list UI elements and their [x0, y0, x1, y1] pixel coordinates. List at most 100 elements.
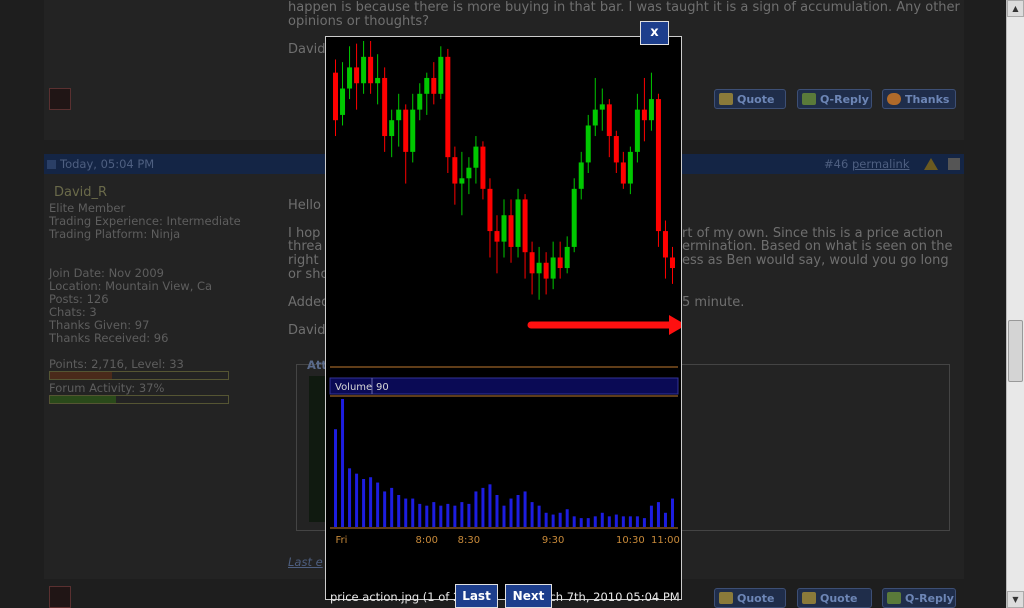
candle — [424, 72, 430, 115]
q-reply-button[interactable]: Q-Reply — [797, 89, 872, 109]
candle — [403, 104, 409, 184]
candle-body — [655, 99, 661, 232]
lightbox-last-button[interactable]: Last — [455, 584, 498, 608]
time-tick-label: Fri — [336, 535, 348, 546]
candle-body — [445, 56, 451, 158]
edit-icon[interactable] — [948, 158, 960, 170]
volume-bar — [411, 498, 415, 527]
candle — [396, 93, 402, 147]
volume-bar — [376, 482, 380, 527]
page-scrollbar[interactable]: ▲ ▼ — [1006, 0, 1024, 608]
candle — [445, 48, 451, 173]
candle-body — [382, 77, 388, 137]
activity-bar-fill — [50, 396, 116, 403]
quote-button[interactable]: Quote — [714, 89, 786, 109]
post-2-body-right-3: ess as Ben would say, would you go long — [682, 253, 949, 268]
lightbox-next-button[interactable]: Next — [505, 584, 552, 608]
volume-bar — [418, 503, 422, 527]
scroll-up-arrow-icon[interactable]: ▲ — [1007, 0, 1024, 17]
volume-bar — [579, 518, 583, 527]
time-tick-label: 11:00 — [651, 535, 680, 546]
permalink-link[interactable]: permalink — [852, 158, 910, 171]
post-2-body-left-4: or sho — [288, 267, 329, 282]
candle-body — [480, 146, 486, 189]
post-1-line-2: opinions or thoughts? — [288, 14, 429, 29]
candle-body — [417, 93, 423, 110]
report-icon[interactable] — [924, 158, 938, 170]
post-icon — [47, 160, 56, 169]
lightbox-close-button[interactable]: x — [640, 21, 669, 45]
post-2-added-right: 5 minute. — [682, 295, 745, 310]
q-reply-button-bottom[interactable]: Q-Reply — [882, 588, 956, 608]
volume-bar — [509, 498, 513, 527]
username[interactable]: David_R — [54, 186, 107, 199]
post-2-body-right-2: ermination. Based on what is seen on the — [682, 239, 953, 254]
candle — [641, 77, 647, 142]
last-edited-link[interactable]: Last e — [288, 556, 323, 569]
candle-body — [452, 157, 458, 184]
image-lightbox: Volume 90 Fri 8:00 8:30 9:30 10:30 11:00 pric… — [325, 36, 682, 604]
attachment-thumbnail[interactable] — [309, 376, 325, 522]
volume-bar — [439, 505, 443, 527]
volume-bar — [635, 516, 639, 527]
candle — [529, 241, 535, 295]
post-2-body-left-2: threa — [288, 239, 323, 254]
volume-value: 90 — [376, 382, 389, 393]
candle-body — [361, 56, 367, 84]
candle-body — [508, 215, 514, 247]
attachment-label: Att — [307, 358, 327, 372]
candle — [431, 62, 437, 105]
candle-body — [669, 257, 675, 269]
candle-body — [501, 215, 507, 242]
forum-logo-icon — [49, 88, 71, 110]
candle — [571, 178, 577, 253]
candle — [452, 146, 458, 205]
candle-body — [641, 109, 647, 121]
candle-body — [459, 178, 465, 184]
candle-body — [340, 88, 346, 115]
candle — [333, 59, 339, 137]
candle — [592, 77, 598, 137]
candle-body — [571, 188, 577, 247]
post-2-body-left-3: right — [288, 253, 319, 268]
quote-button-bottom[interactable]: Quote — [714, 588, 786, 608]
candle-body — [627, 151, 633, 184]
time-tick-label: 9:30 — [542, 535, 564, 546]
trading-platform: Trading Platform: Ninja — [49, 227, 181, 241]
thanks-received: Thanks Received: 96 — [49, 331, 169, 345]
volume-bar — [432, 502, 436, 527]
candle — [438, 46, 444, 100]
candle — [543, 252, 549, 295]
thanks-icon — [887, 93, 901, 105]
candle — [669, 246, 675, 284]
thanks-button[interactable]: Thanks — [882, 89, 956, 109]
volume-bar — [341, 399, 345, 527]
post-2-date: Today, 05:04 PM — [60, 157, 155, 171]
forum-logo-icon-bottom — [49, 586, 71, 608]
volume-bar — [551, 514, 555, 527]
candle — [634, 93, 640, 163]
candle-body — [557, 257, 563, 269]
time-tick-label: 8:00 — [416, 535, 438, 546]
volume-bar — [544, 512, 548, 527]
quote-icon-bottom — [719, 592, 733, 604]
volume-bar — [642, 518, 646, 527]
candle-body — [487, 188, 493, 232]
q-reply-icon — [802, 93, 816, 105]
candle-body — [592, 109, 598, 126]
candle — [599, 88, 605, 131]
candle — [466, 157, 472, 195]
post-number-link[interactable]: #46 — [824, 158, 848, 171]
candle — [564, 236, 570, 274]
candle-body — [473, 146, 479, 168]
quote-button-bottom-2[interactable]: Quote — [797, 588, 872, 608]
candle — [550, 241, 556, 290]
volume-bar — [369, 477, 373, 527]
candle — [473, 136, 479, 184]
scroll-down-arrow-icon[interactable]: ▼ — [1007, 591, 1024, 608]
candle — [368, 41, 374, 94]
scroll-thumb[interactable] — [1008, 320, 1023, 382]
candle-body — [431, 77, 437, 94]
time-tick-label: 10:30 — [616, 535, 645, 546]
volume-bar — [488, 484, 492, 527]
